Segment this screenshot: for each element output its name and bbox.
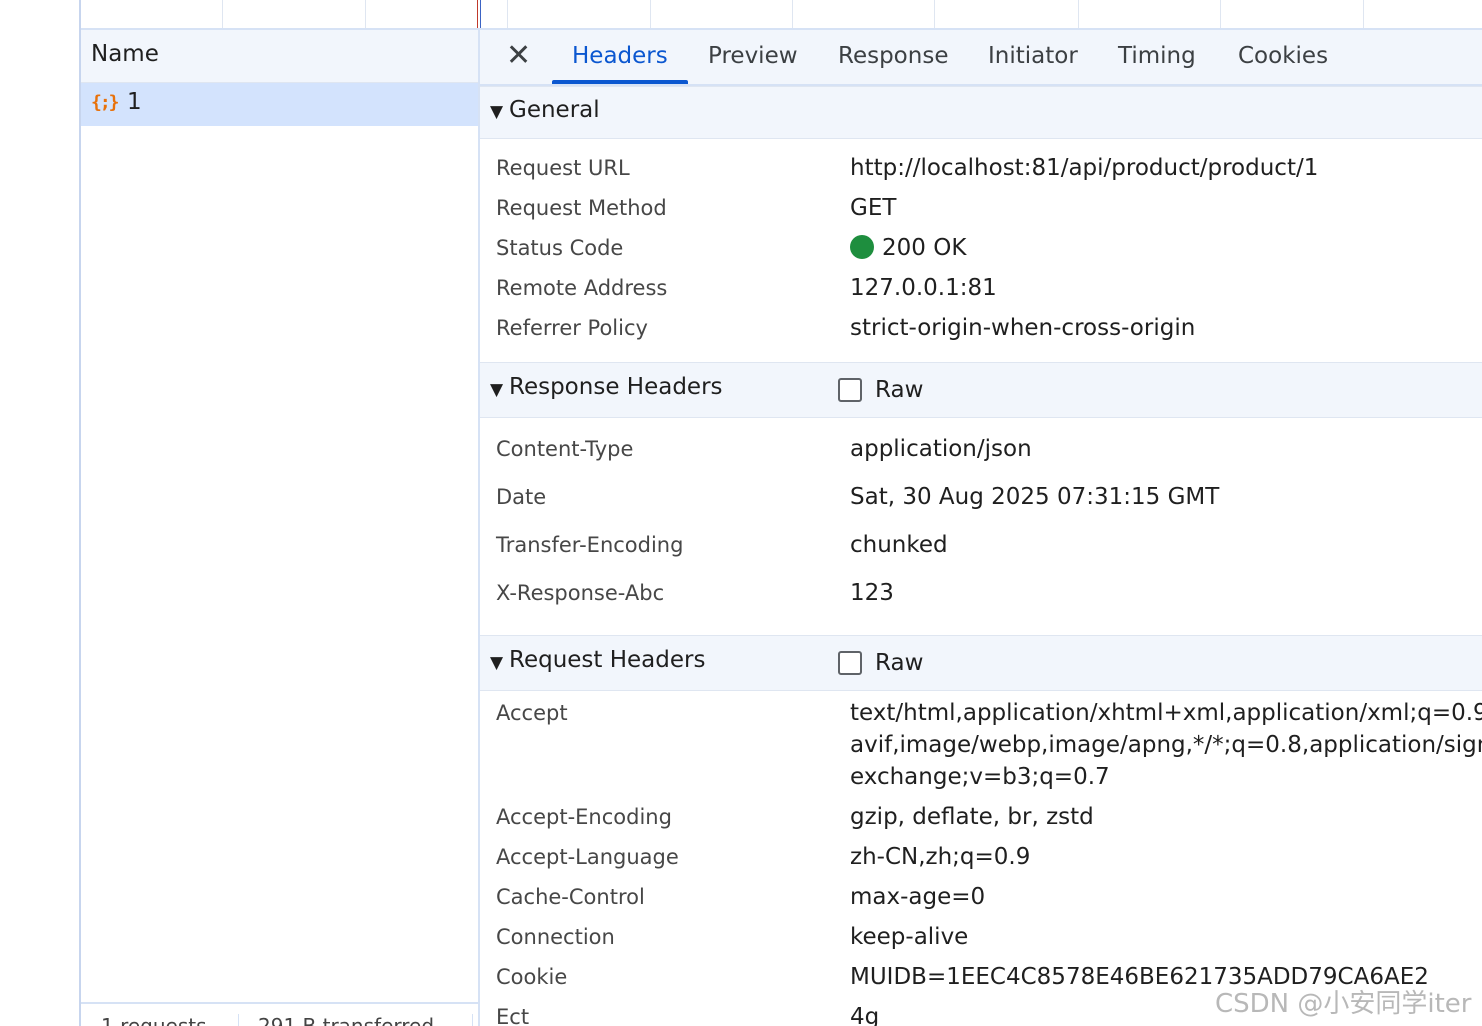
request-url-value[interactable]: http://localhost:81/api/product/product/… [850,155,1318,181]
transferred-size: 291 B transferred [258,1014,435,1026]
triangle-down-icon: ▼ [490,653,504,673]
header-name: Remote Address [496,276,668,300]
timeline-grid-line [365,0,366,28]
general-section-header[interactable]: ▼ General [480,86,1482,139]
section-title-general: General [509,97,600,123]
timeline-grid-line [934,0,935,28]
header-value[interactable]: application/json [850,436,1032,462]
accept-value-line[interactable]: avif,image/webp,image/apng,*/*;q=0.8,app… [850,732,1482,758]
header-value[interactable]: 123 [850,580,894,606]
header-value[interactable]: Sat, 30 Aug 2025 07:31:15 GMT [850,484,1219,510]
summary-divider [472,1014,473,1026]
header-name: Request URL [496,156,630,180]
header-value[interactable]: 4g [850,1004,879,1026]
tab-cookies[interactable]: Cookies [1238,43,1328,69]
section-title-request-headers: Request Headers [509,647,706,673]
header-name: X-Response-Abc [496,581,665,605]
timeline-grid-line [650,0,651,28]
response-headers-section-header[interactable]: ▼ Response Headers Raw [480,362,1482,418]
timeline-dom-marker [480,0,481,28]
header-name: Accept-Encoding [496,805,672,829]
network-summary-bar: 1 requests 291 B transferred [81,1002,478,1026]
header-name: Request Method [496,196,667,220]
accept-value-line[interactable]: text/html,application/xhtml+xml,applicat… [850,700,1482,726]
request-row[interactable]: {;} 1 [81,83,478,126]
header-name: Cache-Control [496,885,645,909]
details-tabbar: ✕ Headers Preview Response Initiator Tim… [480,30,1482,86]
tab-initiator[interactable]: Initiator [988,43,1078,69]
tab-response[interactable]: Response [838,43,948,69]
tab-headers[interactable]: Headers [572,43,668,69]
name-column-header[interactable]: Name [81,30,478,83]
status-code-text: 200 OK [882,235,967,261]
request-headers-section-header[interactable]: ▼ Request Headers Raw [480,635,1482,691]
request-count: 1 requests [101,1014,207,1026]
accept-value-line[interactable]: exchange;v=b3;q=0.7 [850,764,1110,790]
raw-label[interactable]: Raw [875,650,923,676]
timeline-overview[interactable] [81,0,1482,30]
request-method-value[interactable]: GET [850,195,896,221]
timeline-grid-line [1363,0,1364,28]
triangle-down-icon: ▼ [490,380,504,400]
devtools-network-panel: Name {;} 1 1 requests 291 B transferred … [0,0,1482,1026]
header-name: Status Code [496,236,624,260]
tab-timing[interactable]: Timing [1118,43,1196,69]
triangle-down-icon: ▼ [490,102,504,122]
timeline-grid-line [1220,0,1221,28]
active-tab-indicator [552,80,688,84]
header-name: Referrer Policy [496,316,648,340]
section-title-response-headers: Response Headers [509,374,723,400]
raw-checkbox[interactable] [838,378,862,402]
header-name: Transfer-Encoding [496,533,684,557]
remote-address-value[interactable]: 127.0.0.1:81 [850,275,997,301]
timeline-grid-line [792,0,793,28]
header-value[interactable]: keep-alive [850,924,968,950]
header-value[interactable]: max-age=0 [850,884,985,910]
header-name: Cookie [496,965,568,989]
status-code-value[interactable]: 200 OK [850,235,966,261]
timeline-grid-line [222,0,223,28]
header-name: Accept [496,701,568,725]
timeline-grid-line [1078,0,1079,28]
header-value[interactable]: zh-CN,zh;q=0.9 [850,844,1030,870]
watermark: CSDN @小安同学iter [1215,989,1472,1019]
header-value[interactable]: gzip, deflate, br, zstd [850,804,1094,830]
close-icon[interactable]: ✕ [506,38,531,74]
left-gutter [0,0,79,1026]
request-name: 1 [127,89,142,115]
status-ok-icon [850,235,874,259]
fetch-json-icon: {;} [91,92,119,113]
referrer-policy-value[interactable]: strict-origin-when-cross-origin [850,315,1195,341]
request-list: Name {;} 1 1 requests 291 B transferred [81,30,480,1026]
header-name: Accept-Language [496,845,679,869]
header-name: Ect [496,1005,530,1026]
raw-checkbox[interactable] [838,651,862,675]
tab-preview[interactable]: Preview [708,43,798,69]
header-name: Connection [496,925,615,949]
name-column-title: Name [91,41,159,67]
raw-label[interactable]: Raw [875,377,923,403]
header-name: Content-Type [496,437,634,461]
timeline-load-marker [477,0,478,28]
summary-divider [238,1014,239,1026]
timeline-grid-line [507,0,508,28]
header-name: Date [496,485,547,509]
header-value[interactable]: chunked [850,532,948,558]
request-details: ✕ Headers Preview Response Initiator Tim… [480,30,1482,1026]
